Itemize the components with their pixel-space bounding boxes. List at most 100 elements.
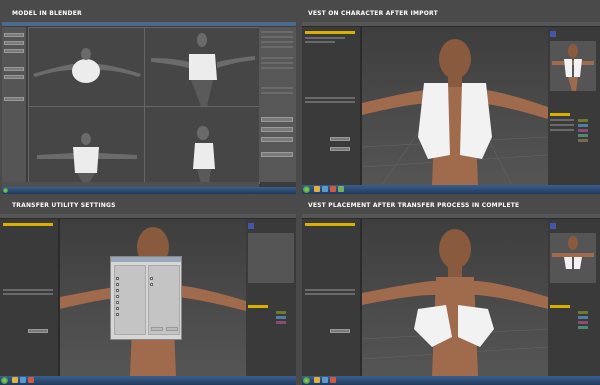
list-item[interactable] [305, 97, 355, 99]
tool-button[interactable] [4, 75, 24, 79]
daz-active-tab[interactable] [305, 223, 355, 226]
property-row[interactable] [261, 67, 293, 69]
windows-start-icon[interactable] [303, 186, 310, 193]
daz-viewport[interactable] [362, 27, 548, 185]
cancel-button[interactable] [166, 327, 178, 331]
color-swatch[interactable] [578, 316, 588, 319]
pane-button[interactable] [330, 147, 350, 151]
accept-button[interactable] [151, 327, 163, 331]
daz-active-tab[interactable] [248, 305, 268, 308]
daz-active-tab[interactable] [3, 223, 53, 226]
camera-cube-icon[interactable] [550, 31, 556, 37]
list-item[interactable] [305, 293, 355, 295]
option-checkbox[interactable] [150, 283, 153, 286]
daz-right-pane[interactable] [548, 27, 600, 185]
windows-start-icon[interactable] [1, 377, 8, 384]
daz-menubar[interactable] [302, 22, 600, 26]
list-item[interactable] [3, 289, 53, 291]
property-button[interactable] [261, 152, 293, 157]
taskbar-app-icon[interactable] [28, 377, 34, 383]
property-button[interactable] [261, 127, 293, 132]
option-checkbox[interactable] [116, 301, 119, 304]
pane-button[interactable] [28, 329, 48, 333]
color-swatch[interactable] [578, 311, 588, 314]
color-swatch[interactable] [276, 321, 286, 324]
blender-viewport-side[interactable] [144, 106, 260, 184]
color-swatch[interactable] [578, 129, 588, 132]
taskbar-app-icon[interactable] [12, 377, 18, 383]
daz-menubar[interactable] [0, 214, 296, 218]
taskbar-app-icon[interactable] [330, 377, 336, 383]
daz-active-tab[interactable] [305, 31, 355, 34]
tool-button[interactable] [4, 49, 24, 53]
daz-left-pane[interactable] [302, 27, 360, 185]
blender-menubar[interactable] [2, 22, 296, 26]
camera-cube-icon[interactable] [550, 223, 556, 229]
property-button[interactable] [261, 117, 293, 122]
blender-viewport-front[interactable] [28, 27, 145, 107]
list-item[interactable] [550, 129, 574, 131]
taskbar-app-icon[interactable] [322, 186, 328, 192]
taskbar-app-icon[interactable] [322, 377, 328, 383]
transfer-utility-dialog[interactable] [110, 256, 182, 340]
color-swatch[interactable] [578, 124, 588, 127]
blender-tool-shelf[interactable] [2, 27, 26, 182]
property-row[interactable] [261, 57, 293, 59]
blender-properties-panel[interactable] [259, 27, 296, 182]
daz-left-pane[interactable] [0, 219, 58, 376]
option-checkbox[interactable] [116, 307, 119, 310]
option-checkbox[interactable] [116, 313, 119, 316]
list-item[interactable] [305, 289, 355, 291]
property-row[interactable] [261, 92, 293, 94]
list-item[interactable] [305, 37, 345, 39]
blender-viewport-top[interactable] [28, 106, 145, 184]
list-item[interactable] [550, 124, 574, 126]
tool-button[interactable] [4, 33, 24, 37]
daz-right-pane[interactable] [548, 219, 600, 376]
daz-active-tab[interactable] [550, 113, 570, 116]
list-item[interactable] [305, 41, 335, 43]
color-swatch[interactable] [578, 119, 588, 122]
list-item[interactable] [550, 119, 574, 121]
daz-active-tab[interactable] [550, 305, 570, 308]
color-swatch[interactable] [276, 316, 286, 319]
property-button[interactable] [261, 137, 293, 142]
property-row[interactable] [261, 62, 293, 64]
blender-viewport-perspective[interactable] [144, 27, 260, 107]
taskbar-app-icon[interactable] [338, 186, 344, 192]
color-swatch[interactable] [578, 139, 588, 142]
taskbar-app-icon[interactable] [20, 377, 26, 383]
tool-button[interactable] [4, 41, 24, 45]
windows-start-icon[interactable] [303, 377, 310, 384]
property-row[interactable] [261, 31, 293, 33]
color-swatch[interactable] [276, 311, 286, 314]
option-checkbox[interactable] [116, 295, 119, 298]
color-swatch[interactable] [578, 134, 588, 137]
option-checkbox[interactable] [116, 289, 119, 292]
daz-left-pane[interactable] [302, 219, 360, 376]
option-checkbox[interactable] [150, 277, 153, 280]
tool-button[interactable] [4, 97, 24, 101]
option-checkbox[interactable] [116, 283, 119, 286]
property-row[interactable] [261, 36, 293, 38]
taskbar-app-icon[interactable] [314, 186, 320, 192]
pane-button[interactable] [330, 329, 350, 333]
daz-right-pane[interactable] [246, 219, 296, 376]
option-checkbox[interactable] [116, 277, 119, 280]
dialog-title-bar[interactable] [111, 257, 181, 262]
property-row[interactable] [261, 46, 293, 48]
list-item[interactable] [3, 293, 53, 295]
windows-start-icon[interactable] [3, 188, 8, 193]
camera-cube-icon[interactable] [248, 223, 254, 229]
color-swatch[interactable] [578, 321, 588, 324]
taskbar-app-icon[interactable] [330, 186, 336, 192]
property-row[interactable] [261, 87, 293, 89]
color-swatch[interactable] [578, 326, 588, 329]
pane-button[interactable] [330, 137, 350, 141]
list-item[interactable] [305, 101, 355, 103]
property-row[interactable] [261, 41, 293, 43]
daz-viewport[interactable] [362, 219, 548, 376]
taskbar-app-icon[interactable] [314, 377, 320, 383]
tool-button[interactable] [4, 67, 24, 71]
daz-menubar[interactable] [302, 214, 600, 218]
